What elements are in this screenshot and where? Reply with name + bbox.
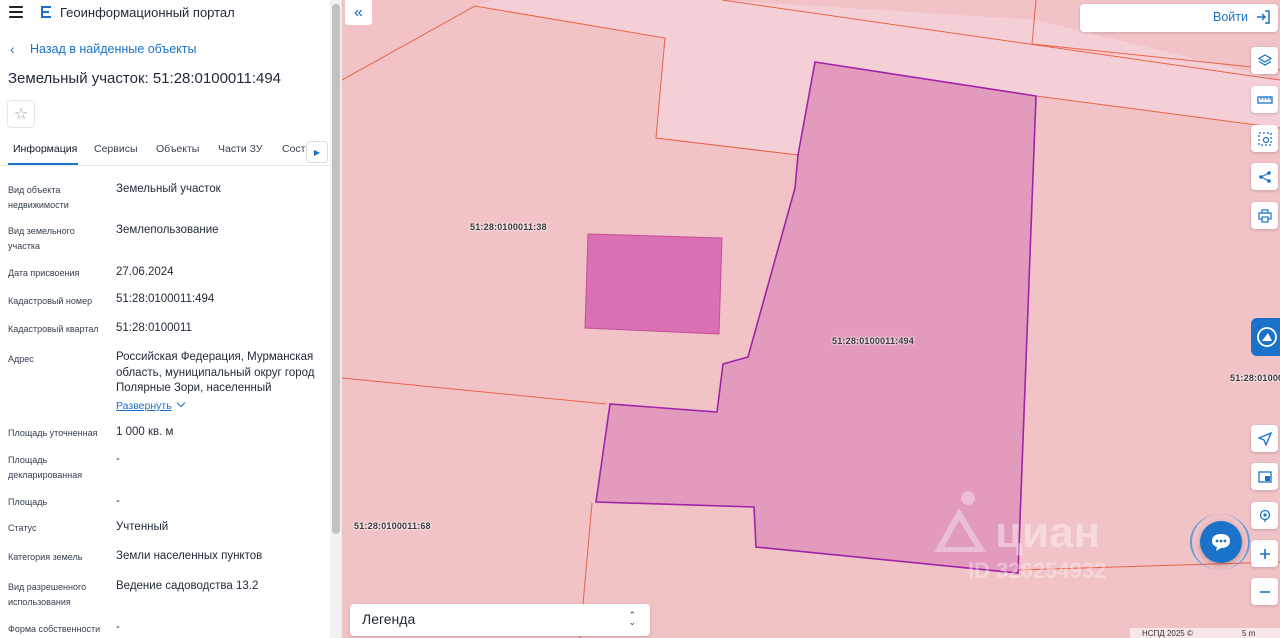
area-select-button[interactable] [1251,125,1278,152]
pin-search-button[interactable] [1251,502,1278,529]
row-value: 51:28:0100011:494 [116,293,215,305]
expand-address[interactable]: Развернуть [116,398,328,415]
row-value: 27.06.2024 [116,266,174,278]
legend-dropdown[interactable]: Легенда ⌃ ⌄ [350,604,650,636]
row-label: Форма собственности [8,624,101,634]
portal-title: Геоинформационный портал [60,5,235,20]
parcel-label-494: 51:28:0100011:494 [832,336,914,346]
tab-objects[interactable]: Объекты [156,143,199,155]
row-value: - [116,495,120,507]
row-label: Кадастровый квартал [8,324,99,334]
row-value: Ведение садоводства 13.2 [116,580,259,592]
row-label: Площадь [8,497,48,507]
watermark-id: ID 326254932 [968,558,1107,583]
cian-watermark-icon [935,491,985,552]
chat-button[interactable] [1200,521,1242,563]
legend-label: Легенда [362,611,416,627]
row-value: Учтенный [116,521,169,533]
expand-link[interactable]: Развернуть [116,400,172,412]
chevron-down-icon [176,398,185,408]
share-button[interactable] [1251,163,1278,190]
login-button[interactable]: Войти [1213,10,1270,24]
row-label: Статус [8,523,37,533]
map-layer [342,0,1280,638]
hamburger-icon[interactable] [9,6,23,18]
row-value: Земельный участок [116,183,221,195]
widget-logo-icon [1257,327,1277,347]
print-button[interactable] [1251,202,1278,229]
panel-scrollbar[interactable] [330,0,341,638]
zoom-in-icon [1259,548,1270,559]
info-panel: Геоинформационный портал ‹ Назад в найде… [0,0,342,638]
locate-button[interactable] [1251,425,1278,452]
zoom-in-button[interactable] [1251,540,1278,567]
back-to-results-link[interactable]: ‹ Назад в найденные объекты [10,42,196,56]
tab-information[interactable]: Информация [13,143,77,155]
row-value: - [116,621,120,633]
row-label: Дата присвоения [8,268,80,278]
building-footprint[interactable] [584,233,723,335]
locate-icon [1257,431,1272,446]
row-label: Площадь уточненная [8,428,98,438]
login-icon [1257,10,1270,24]
map-canvas[interactable]: 51:28:0100011:38 51:28:0100011:494 51:28… [342,0,1280,638]
row-value: - [116,453,120,465]
pin-search-icon [1259,509,1270,522]
ruler-icon [1256,95,1273,104]
row-value: 51:28:0100011 [116,322,192,334]
area-select-icon [1257,131,1272,146]
minimap-button[interactable] [1251,463,1278,490]
app-root: Геоинформационный портал ‹ Назад в найде… [0,0,1280,638]
attribution-text: НСПД 2025 © [1142,629,1193,638]
side-widget-button[interactable] [1251,318,1280,356]
login-label: Войти [1213,10,1248,24]
parcel-label-38: 51:28:0100011:38 [470,222,547,232]
map-attribution: НСПД 2025 © 5 m [1130,628,1280,638]
back-link-label: Назад в найденные объекты [30,42,197,56]
top-bar: Геоинформационный портал [0,0,330,26]
zoom-out-button[interactable] [1251,578,1278,605]
tab-scroll-right-button[interactable]: ▶ [306,141,328,163]
chevron-updown-icon: ⌃ ⌄ [628,610,636,627]
parcel-label-68: 51:28:0100011:68 [354,521,431,531]
share-icon [1258,170,1271,183]
ruler-button[interactable] [1251,86,1278,113]
row-label: Вид разрешенного использования [8,582,87,607]
tab-bar: Информация Сервисы Объекты Части ЗУ Сост… [0,140,330,166]
star-icon: ☆ [13,106,29,123]
print-icon [1257,208,1272,223]
parcel-label-edge: 51:28:0100011: [1230,373,1280,383]
layers-button[interactable] [1251,47,1278,74]
collapse-panel-button[interactable]: « [345,0,372,25]
double-chevron-left-icon: « [354,3,363,21]
scrollbar-thumb[interactable] [332,4,340,534]
portal-logo-icon [41,6,51,18]
watermark-brand: циан [995,508,1101,557]
zoom-out-icon [1259,590,1270,593]
chevron-right-icon: ▶ [313,147,321,157]
row-label: Площадь декларированная [8,455,83,480]
row-value: 1 000 кв. м [116,426,174,438]
chat-icon [1212,534,1230,551]
row-label: Категория земель [8,552,83,562]
row-value: Землепользование [116,224,219,236]
scale-label: 5 m [1242,629,1256,638]
active-tab-indicator [8,163,78,165]
row-label: Кадастровый номер [8,296,93,306]
favorite-button[interactable]: ☆ [7,100,35,128]
row-label: Вид объекта недвижимости [8,185,69,210]
login-bar: Войти [1080,4,1278,32]
minimap-icon [1257,470,1272,483]
object-title: Земельный участок: 51:28:0100011:494 [8,70,282,87]
row-label: Вид земельного участка [8,226,75,251]
address-value: Российская Федерация, Мурманская область… [116,351,315,394]
chevron-left-icon: ‹ [10,41,15,57]
tab-services[interactable]: Сервисы [94,143,138,155]
row-label: Адрес [8,354,34,364]
tab-parts[interactable]: Части ЗУ [218,143,263,155]
row-value: Земли населенных пунктов [116,550,263,562]
layers-icon [1257,53,1272,66]
